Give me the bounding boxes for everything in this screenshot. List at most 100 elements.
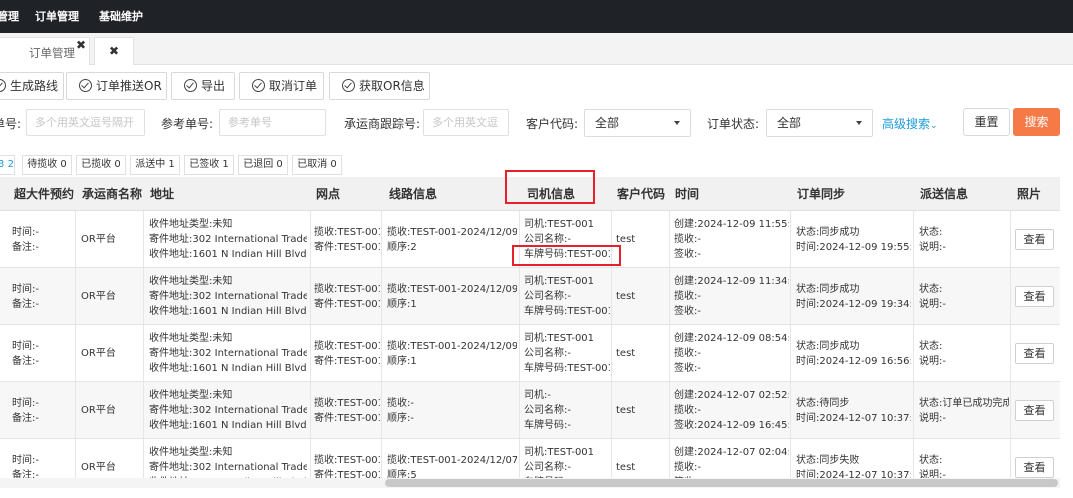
reset-button[interactable]: 重置: [963, 108, 1010, 136]
status-tab-picked-up[interactable]: 已揽收 0: [76, 155, 126, 175]
delivery-cell: 状态: 说明:-: [919, 453, 1009, 479]
nav-item-base-maintenance[interactable]: 基础维护: [99, 0, 143, 33]
sync-cell-line: 时间:2024-12-07 10:37:06: [796, 413, 911, 424]
advanced-search-label: 高级搜索: [882, 117, 931, 131]
tab-close-icon[interactable]: ✖: [76, 38, 86, 52]
carrier-cell: OR平台: [81, 289, 141, 304]
appointment-cell-line: 备注:-: [12, 413, 39, 424]
sync-cell-line: 时间:2024-12-09 19:55:51: [796, 242, 911, 253]
horizontal-scrollbar[interactable]: [0, 478, 1060, 488]
sync-cell-line: 状态:同步成功: [796, 341, 860, 352]
customer-code-cell-line: test: [616, 291, 636, 302]
export-button[interactable]: 导出: [171, 72, 235, 100]
address-cell-line: 收件地址类型:未知: [149, 219, 233, 230]
address-cell-line: 收件地址类型:未知: [149, 390, 233, 401]
branch-cell-line: 寄件:TEST-001: [314, 299, 380, 310]
caret-down-icon: [856, 121, 862, 125]
status-tab-delivering[interactable]: 派送中 1: [130, 155, 180, 175]
address-cell-line: 收件地址类型:未知: [149, 447, 233, 458]
address-cell-line: 收件地址:1601 N Indian Hill Blvd...: [149, 420, 307, 431]
carrier-cell-line: OR平台: [81, 234, 116, 245]
column-divider: [143, 211, 144, 479]
branch-cell-line: 揽收:TEST-001: [314, 341, 380, 352]
customer-code-cell: test: [616, 232, 666, 247]
customer-code-cell-line: test: [616, 405, 636, 416]
table-row[interactable]: 时间:- 备注:- OR平台 收件地址类型:未知 寄件地址:302 Internatio…: [0, 382, 1060, 439]
branch-cell-line: 揽收:TEST-001: [314, 227, 380, 238]
time-cell-line: 创建:2024-12-07 02:52:01: [674, 390, 789, 401]
push-order-or-button[interactable]: 订单推送OR: [66, 72, 167, 100]
button-label: 导出: [201, 79, 226, 93]
time-cell-line: 揽收:-: [674, 462, 701, 473]
branch-cell: 揽收:TEST-001 寄件:TEST-001: [314, 453, 380, 479]
status-tab-all[interactable]: 3 2: [0, 155, 15, 175]
status-tab-returned[interactable]: 已退回 0: [238, 155, 288, 175]
address-cell-line: 寄件地址:302 International Trade Pkw...: [149, 405, 307, 416]
status-tab-pending-pickup[interactable]: 待揽收 0: [22, 155, 72, 175]
time-cell: 创建:2024-12-09 08:54:17 揽收:- 签收:-: [674, 331, 789, 376]
branch-cell-line: 寄件:TEST-001: [314, 242, 380, 253]
tab-order-management[interactable]: 订单管理 ✖: [0, 37, 90, 65]
order-no-input[interactable]: 多个用英文逗号隔开: [26, 109, 145, 136]
advanced-search-link[interactable]: 高级搜索⌄: [882, 115, 938, 132]
driver-cell-line: 车牌号码:TEST-001: [524, 306, 610, 317]
scrollbar-thumb[interactable]: [385, 479, 1058, 487]
view-photo-button[interactable]: 查看: [1015, 400, 1054, 421]
address-cell-line: 收件地址:1601 N Indian Hill Blvd...: [149, 306, 307, 317]
view-photo-button[interactable]: 查看: [1015, 457, 1054, 478]
branch-cell-line: 揽收:TEST-001: [314, 284, 380, 295]
check-circle-icon: [79, 79, 92, 92]
nav-item-manage[interactable]: 管理: [0, 0, 19, 33]
column-divider: [75, 211, 76, 479]
address-cell-line: 寄件地址:302 International Trade Pkw...: [149, 462, 307, 473]
status-tab-cancelled[interactable]: 已取消 0: [292, 155, 342, 175]
customer-code-select[interactable]: 全部: [584, 109, 691, 137]
route-cell-line: 揽收:TEST-001-2024/12/09-1: [387, 341, 517, 352]
sync-cell-line: 状态:同步失败: [796, 455, 860, 466]
driver-cell-line: 车牌号码:-: [524, 420, 571, 431]
sync-cell: 状态:同步成功时间:2024-12-09 19:55:51: [796, 225, 911, 255]
order-status-select[interactable]: 全部: [766, 109, 873, 137]
branch-cell-line: 寄件:TEST-001: [314, 356, 380, 367]
route-cell: 揽收:TEST-001-2024/12/09-2 顺序:2: [387, 225, 517, 255]
route-cell-line: 顺序:1: [387, 356, 417, 367]
select-value: 全部: [777, 116, 802, 130]
table-row[interactable]: 时间:- 备注:- OR平台 收件地址类型:未知 寄件地址:302 Internatio…: [0, 325, 1060, 382]
column-divider: [381, 211, 382, 479]
generate-route-button[interactable]: 生成路线: [0, 72, 64, 100]
cancel-order-button[interactable]: 取消订单: [239, 72, 324, 100]
table-row[interactable]: 时间:- 备注:- OR平台 收件地址类型:未知 寄件地址:302 Internatio…: [0, 268, 1060, 325]
driver-info-highlight-box: [505, 170, 595, 204]
driver-cell-line: 司机:TEST-001: [524, 447, 595, 458]
sync-cell: 状态:同步失败时间:2024-12-07 10:37:06: [796, 453, 911, 479]
delivery-cell-line: 说明:-: [919, 413, 946, 424]
route-cell-line: 顺序:1: [387, 299, 417, 310]
time-cell-line: 创建:2024-12-07 02:04:25: [674, 447, 789, 458]
carrier-cell-line: OR平台: [81, 462, 116, 473]
driver-cell: 司机:TEST-001 公司名称:- 车牌号码:TEST-001: [524, 274, 610, 319]
view-photo-button[interactable]: 查看: [1015, 343, 1054, 364]
ref-no-input[interactable]: 参考单号: [219, 109, 326, 136]
status-tab-signed[interactable]: 已签收 1: [184, 155, 234, 175]
view-photo-button[interactable]: 查看: [1015, 229, 1054, 250]
nav-item-order-management[interactable]: 订单管理: [35, 0, 79, 33]
close-all-tabs-icon[interactable]: ✖: [94, 37, 134, 65]
table-row[interactable]: 时间:- 备注:- OR平台 收件地址类型:未知 寄件地址:302 Internatio…: [0, 439, 1060, 479]
fetch-or-info-button[interactable]: 获取OR信息: [329, 72, 430, 100]
driver-cell-line: 公司名称:-: [524, 348, 571, 359]
view-photo-button[interactable]: 查看: [1015, 286, 1054, 307]
delivery-cell: 状态: 说明:-: [919, 339, 1009, 369]
customer-code-cell-line: test: [616, 462, 636, 473]
search-button[interactable]: 搜索: [1013, 108, 1060, 136]
driver-cell-line: 公司名称:-: [524, 405, 571, 416]
sync-cell-line: 状态:待同步: [796, 398, 850, 409]
carrier-tracking-input[interactable]: 多个用英文逗: [423, 109, 509, 136]
carrier-cell: OR平台: [81, 346, 141, 361]
top-nav-bar: 管理 订单管理 基础维护: [0, 0, 1073, 33]
driver-cell: 司机:- 公司名称:- 车牌号码:-: [524, 388, 610, 433]
order-no-label: 单号:: [0, 117, 22, 131]
sync-cell-line: 时间:2024-12-09 16:56:42: [796, 356, 911, 367]
customer-code-label: 客户代码:: [526, 117, 579, 131]
time-cell-line: 揽收:-: [674, 291, 701, 302]
address-cell: 收件地址类型:未知寄件地址:302 International Trade Pk…: [149, 331, 307, 376]
